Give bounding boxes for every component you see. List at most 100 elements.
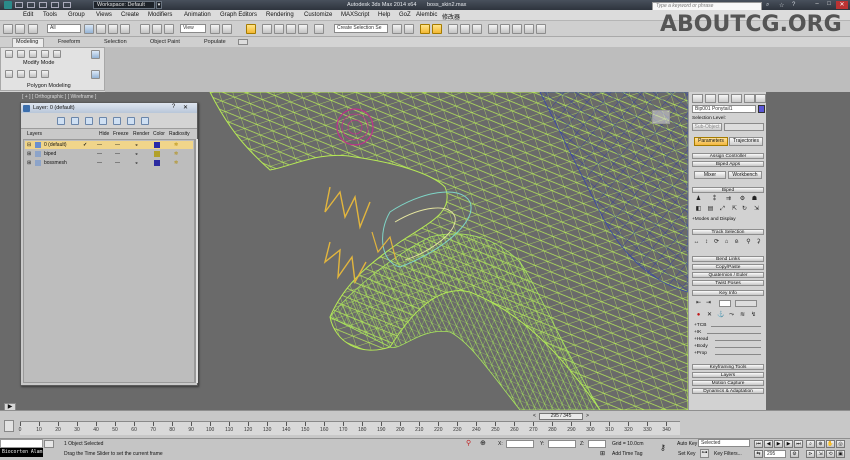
col-color[interactable]: Color xyxy=(153,131,165,137)
hide-toggle[interactable]: — xyxy=(97,159,102,167)
time-field[interactable] xyxy=(735,300,757,307)
key-ik[interactable]: +IK xyxy=(694,330,701,335)
window-crossing-icon[interactable] xyxy=(120,24,130,34)
prev-key-icon[interactable]: ⇤ xyxy=(695,300,702,307)
selection-filter-dropdown[interactable]: All xyxy=(47,24,81,33)
maximize-viewport-icon[interactable]: ▣ xyxy=(836,450,845,458)
set-planted-key-icon[interactable]: ⚓ xyxy=(717,312,724,319)
key-prop[interactable]: +Prop xyxy=(694,351,707,356)
next-key-icon[interactable]: ⇥ xyxy=(705,300,712,307)
menu-rendering[interactable]: Rendering xyxy=(266,12,294,18)
x-coordinate-field[interactable] xyxy=(506,440,534,448)
freeze-all-icon[interactable] xyxy=(141,117,149,125)
add-to-layer-icon[interactable] xyxy=(85,117,93,125)
body-horizontal-icon[interactable]: ↔ xyxy=(693,239,700,246)
key-mode-toggle-icon[interactable]: ⇆ xyxy=(754,450,763,458)
col-layers[interactable]: Layers xyxy=(27,131,42,137)
ribbon-tool-icon[interactable] xyxy=(5,70,13,78)
expand-icon[interactable]: ⊞ xyxy=(27,159,31,167)
menu-help[interactable]: Help xyxy=(378,12,390,18)
set-key-icon[interactable]: ● xyxy=(695,312,702,319)
display-tab-icon[interactable] xyxy=(744,94,755,103)
workspace-dropdown[interactable]: Workspace: Default xyxy=(93,1,155,9)
graphite-toolbar-icon[interactable] xyxy=(432,24,442,34)
key-icon[interactable]: ⚷ xyxy=(660,443,672,453)
layer-name[interactable]: bossmesh xyxy=(44,159,67,167)
layer-manager-icon[interactable] xyxy=(420,24,430,34)
col-freeze[interactable]: Freeze xyxy=(113,131,129,137)
spinner-snap-icon[interactable] xyxy=(298,24,308,34)
set-key-icon[interactable]: ⊶ xyxy=(700,449,709,458)
layer-name[interactable]: biped xyxy=(44,150,56,158)
menu-modifier-cn[interactable]: 修改器 xyxy=(442,12,460,21)
active-layer-check-icon[interactable]: ✓ xyxy=(83,141,87,149)
zoom-icon[interactable]: ⌕ xyxy=(806,440,815,448)
rollout-assign-controller[interactable]: Assign Controller xyxy=(692,153,764,159)
modes-and-display-label[interactable]: +Modes and Display xyxy=(692,217,736,222)
angle-snap-icon[interactable] xyxy=(274,24,284,34)
close-icon[interactable]: ✕ xyxy=(836,1,848,9)
maximize-icon[interactable]: □ xyxy=(824,1,834,9)
render-production-icon[interactable] xyxy=(512,24,522,34)
menu-views[interactable]: Views xyxy=(96,12,112,18)
key-reduction-icon[interactable]: ⇲ xyxy=(753,206,760,213)
new-layer-icon[interactable] xyxy=(57,117,65,125)
rect-selection-icon[interactable] xyxy=(108,24,118,34)
next-frame-icon[interactable]: ▶ xyxy=(784,440,793,448)
menu-create[interactable]: Create xyxy=(121,12,139,18)
ribbon-tool-icon[interactable] xyxy=(41,50,49,58)
render-online-icon[interactable] xyxy=(536,24,546,34)
slider-prev-icon[interactable]: < xyxy=(531,413,538,420)
key-body[interactable]: +Body xyxy=(694,344,708,349)
select-by-name-icon[interactable] xyxy=(96,24,106,34)
save-file-icon[interactable] xyxy=(39,2,47,8)
radiosity-icon[interactable]: ✲ xyxy=(174,159,178,167)
ribbon-tool-icon[interactable] xyxy=(17,70,25,78)
modify-tab-icon[interactable] xyxy=(705,94,716,103)
walk-through-icon[interactable]: ⇲ xyxy=(816,450,825,458)
radiosity-icon[interactable]: ✲ xyxy=(174,150,178,158)
body-vertical-icon[interactable]: ↕ xyxy=(703,239,710,246)
hide-toggle[interactable]: — xyxy=(97,141,102,149)
new-file-icon[interactable] xyxy=(15,2,23,8)
menu-graph-editors[interactable]: Graph Editors xyxy=(220,12,257,18)
auto-key-button[interactable]: Auto Key xyxy=(677,441,697,447)
convert-icon[interactable]: ⤢ xyxy=(719,206,726,213)
field-of-view-icon[interactable]: ⊳ xyxy=(806,450,815,458)
col-hide[interactable]: Hide xyxy=(99,131,109,137)
rendered-frame-icon[interactable] xyxy=(500,24,510,34)
layer-scrollbar[interactable] xyxy=(195,139,198,383)
key-mode-dropdown[interactable]: Selected xyxy=(698,439,750,447)
slider-next-icon[interactable]: > xyxy=(584,413,591,420)
prev-frame-icon[interactable]: ◀ xyxy=(764,440,773,448)
open-file-icon[interactable] xyxy=(27,2,35,8)
keyboard-shortcut-icon[interactable] xyxy=(246,24,256,34)
polygon-modeling-label[interactable]: Polygon Modeling xyxy=(27,83,71,89)
tab-populate[interactable]: Populate xyxy=(204,39,226,45)
maxscript-mini-listener[interactable]: Biocorten Alam xyxy=(0,448,43,457)
ribbon-tool-icon[interactable] xyxy=(91,70,100,79)
ribbon-tool-icon[interactable] xyxy=(91,50,100,59)
figure-mode-icon[interactable]: ♟ xyxy=(695,196,702,203)
absolute-mode-icon[interactable]: ⊕ xyxy=(480,440,488,448)
render-teapot-icon[interactable]: ◒ xyxy=(135,159,138,167)
menu-customize[interactable]: Customize xyxy=(304,12,332,18)
layer-row-biped[interactable]: ⊞ biped — — ◒ ✲ xyxy=(25,150,193,158)
align-icon[interactable] xyxy=(404,24,414,34)
col-radiosity[interactable]: Radiosity xyxy=(169,131,190,137)
load-file-icon[interactable]: ◧ xyxy=(695,206,702,213)
freeze-toggle[interactable]: — xyxy=(115,141,120,149)
play-icon[interactable]: ▶ xyxy=(774,440,783,448)
snaps-toggle-icon[interactable] xyxy=(262,24,272,34)
pivot-icon[interactable] xyxy=(210,24,220,34)
select-object-icon[interactable] xyxy=(84,24,94,34)
opposite-icon[interactable]: ⚲ xyxy=(745,239,752,246)
ribbon-tool-icon[interactable] xyxy=(29,70,37,78)
ribbon-tool-icon[interactable] xyxy=(29,50,37,58)
reference-coordinate-dropdown[interactable]: View xyxy=(180,24,206,33)
motion-tab-icon[interactable] xyxy=(731,94,742,103)
ribbon-tool-icon[interactable] xyxy=(17,50,25,58)
layer-color-swatch[interactable] xyxy=(154,160,160,166)
workbench-button[interactable]: Workbench xyxy=(728,171,762,179)
hide-toggle[interactable]: — xyxy=(97,150,102,158)
